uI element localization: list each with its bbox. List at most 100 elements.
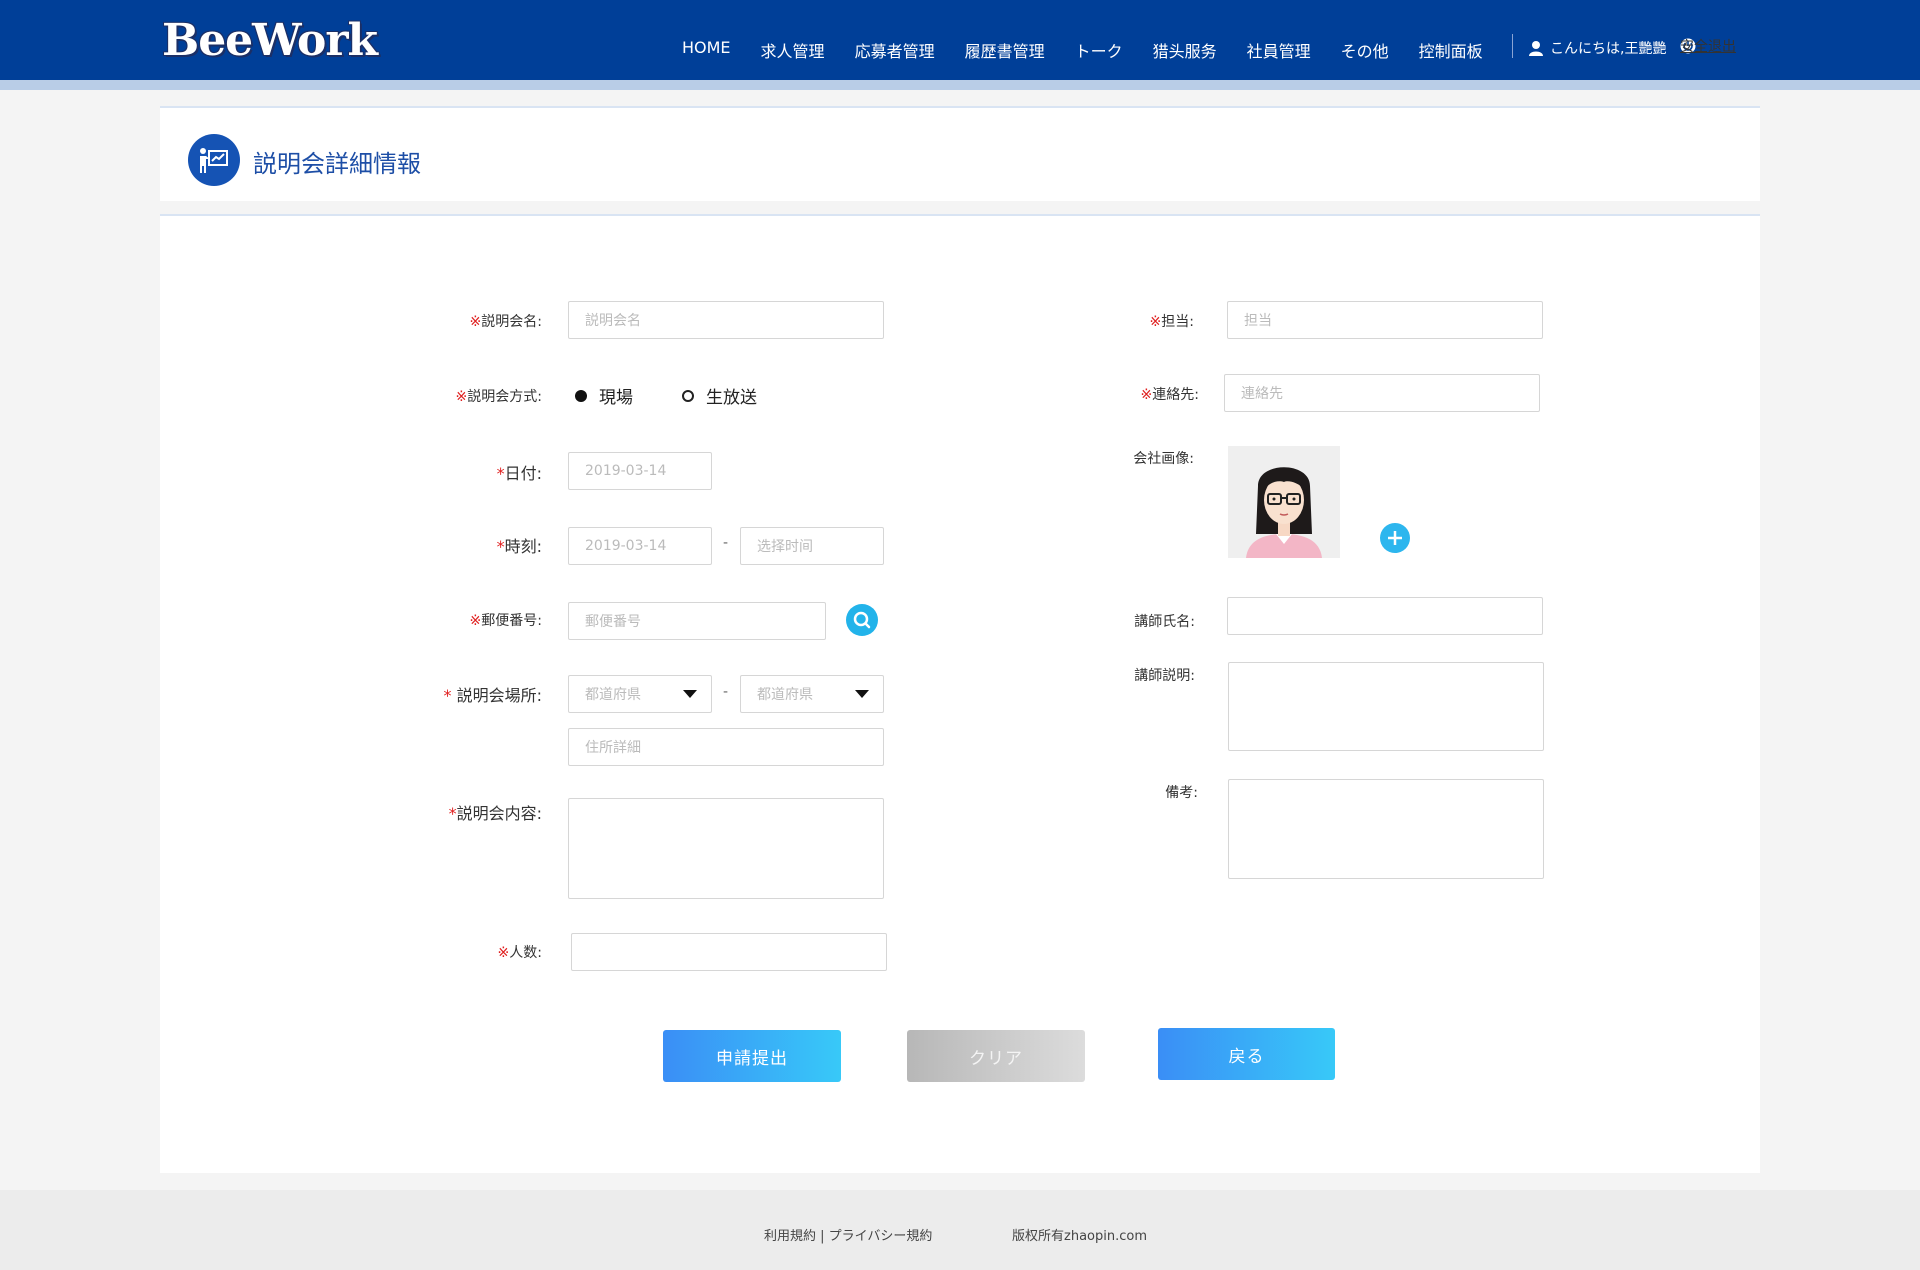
- lecturer-description-label: 講師説明:: [1134, 665, 1195, 685]
- method-radio-onsite[interactable]: 現場: [575, 383, 633, 408]
- event-name-input[interactable]: 説明会名: [568, 301, 884, 339]
- required-mark: ※: [469, 314, 482, 330]
- label-text: 日付: [504, 464, 537, 483]
- method-radio-live[interactable]: 生放送: [682, 383, 757, 408]
- required-mark: *: [496, 537, 505, 556]
- chevron-down-icon: [683, 690, 697, 698]
- time-start-input[interactable]: 2019-03-14: [568, 527, 712, 565]
- colon: :: [536, 464, 542, 483]
- nav-talk[interactable]: トーク: [1075, 38, 1123, 62]
- beework-logo[interactable]: BeeWork: [162, 12, 378, 68]
- remarks-textarea[interactable]: [1228, 779, 1544, 879]
- prefecture-select-2[interactable]: 都道府県: [740, 675, 884, 713]
- required-mark: ※: [497, 945, 510, 961]
- date-input[interactable]: 2019-03-14: [568, 452, 712, 490]
- prefecture-select-1[interactable]: 都道府県: [568, 675, 712, 713]
- radio-label: 生放送: [706, 388, 757, 408]
- page-title: 説明会詳細情報: [253, 150, 421, 178]
- footer: [0, 1190, 1920, 1270]
- logout-label: 安全退出: [1680, 39, 1736, 55]
- presentation-icon: [188, 134, 240, 186]
- headcount-label: ※人数:: [498, 942, 542, 962]
- greeting-text: こんにちは,王艷艷: [1550, 41, 1667, 57]
- nav-applicant-management[interactable]: 応募者管理: [855, 38, 935, 62]
- nav-home[interactable]: HOME: [682, 38, 731, 62]
- required-mark: ※: [1149, 314, 1162, 330]
- nav-other[interactable]: その他: [1341, 38, 1389, 62]
- colon: :: [1189, 314, 1194, 330]
- colon: :: [537, 945, 542, 961]
- address-detail-placeholder: 住所詳細: [585, 740, 641, 756]
- avatar-illustration: [1228, 446, 1340, 558]
- label-text: 連絡先: [1152, 387, 1195, 403]
- label-text: 担当: [1161, 314, 1190, 330]
- nav-employee-management[interactable]: 社員管理: [1247, 38, 1311, 62]
- address-detail-input[interactable]: 住所詳細: [568, 728, 884, 766]
- label-text: 郵便番号: [481, 613, 538, 629]
- search-icon: [853, 611, 871, 629]
- required-mark: ※: [469, 613, 482, 629]
- postal-label: ※郵便番号:: [470, 610, 542, 630]
- headcount-input[interactable]: [571, 933, 887, 971]
- label-text: 会社画像: [1133, 451, 1190, 467]
- date-label: *日付:: [497, 460, 542, 484]
- venue-label: * 説明会場所:: [444, 682, 543, 706]
- nav-control-panel[interactable]: 控制面板: [1419, 38, 1483, 62]
- radio-selected-icon: [575, 389, 587, 402]
- colon: :: [536, 537, 542, 556]
- nav-headhunting[interactable]: 猎头服务: [1153, 38, 1217, 62]
- clear-button[interactable]: クリア: [907, 1030, 1085, 1082]
- date-value: 2019-03-14: [585, 463, 667, 479]
- submit-button[interactable]: 申請提出: [663, 1030, 841, 1082]
- colon: :: [536, 804, 542, 823]
- add-image-button[interactable]: [1380, 523, 1410, 553]
- colon: :: [537, 389, 542, 405]
- event-name-label: ※説明会名:: [470, 311, 542, 331]
- back-button[interactable]: 戻る: [1158, 1028, 1335, 1080]
- required-mark: *: [443, 686, 452, 705]
- content-label: *説明会内容:: [449, 800, 542, 824]
- postal-input[interactable]: 郵便番号: [568, 602, 826, 640]
- radio-unselected-icon: [682, 389, 694, 402]
- colon: :: [1190, 614, 1195, 630]
- user-greeting[interactable]: こんにちは,王艷艷: [1528, 38, 1666, 58]
- label-text: 説明会場所: [456, 686, 537, 705]
- label-text: 説明会内容: [456, 804, 537, 823]
- required-mark: ※: [455, 389, 468, 405]
- header-accent-strip: [0, 80, 1920, 90]
- chevron-down-icon: [855, 690, 869, 698]
- main-nav: HOME 求人管理 応募者管理 履歴書管理 トーク 猎头服务 社員管理 その他 …: [682, 38, 1513, 62]
- time-start-value: 2019-03-14: [585, 538, 667, 554]
- nav-job-management[interactable]: 求人管理: [761, 38, 825, 62]
- lecturer-name-label: 講師氏名:: [1134, 611, 1195, 631]
- time-label: *時刻:: [497, 533, 542, 557]
- plus-icon: [1388, 531, 1402, 545]
- user-icon: [1529, 41, 1543, 56]
- nav-resume-management[interactable]: 履歴書管理: [965, 38, 1045, 62]
- lecturer-name-input[interactable]: [1227, 597, 1543, 635]
- remarks-label: 備考:: [1165, 782, 1198, 802]
- prefecture-placeholder: 都道府県: [757, 687, 813, 703]
- contact-placeholder: 連絡先: [1241, 386, 1283, 402]
- lecturer-description-textarea[interactable]: [1228, 662, 1544, 751]
- label-text: 講師氏名: [1134, 614, 1191, 630]
- prefecture-separator: -: [723, 684, 729, 700]
- content-textarea[interactable]: [568, 798, 884, 899]
- contact-input[interactable]: 連絡先: [1224, 374, 1540, 412]
- time-end-input[interactable]: 选择时间: [740, 527, 884, 565]
- company-image-thumbnail[interactable]: [1228, 446, 1340, 558]
- logout-link[interactable]: 安全退出: [1680, 38, 1736, 55]
- label-text: 説明会名: [481, 314, 538, 330]
- staff-label: ※担当:: [1150, 311, 1194, 331]
- event-method-label: ※説明会方式:: [456, 386, 542, 406]
- postal-search-button[interactable]: [846, 604, 878, 636]
- label-text: 備考: [1165, 785, 1194, 801]
- contact-label: ※連絡先:: [1141, 384, 1199, 404]
- footer-copyright: 版权所有zhaopin.com: [1012, 1229, 1147, 1244]
- staff-placeholder: 担当: [1244, 313, 1272, 329]
- time-end-placeholder: 选择时间: [757, 539, 813, 555]
- colon: :: [1193, 785, 1198, 801]
- page-title-card: 説明会詳細情報: [160, 106, 1760, 201]
- footer-links[interactable]: 利用規約 | プライバシー規約: [764, 1225, 932, 1244]
- staff-input[interactable]: 担当: [1227, 301, 1543, 339]
